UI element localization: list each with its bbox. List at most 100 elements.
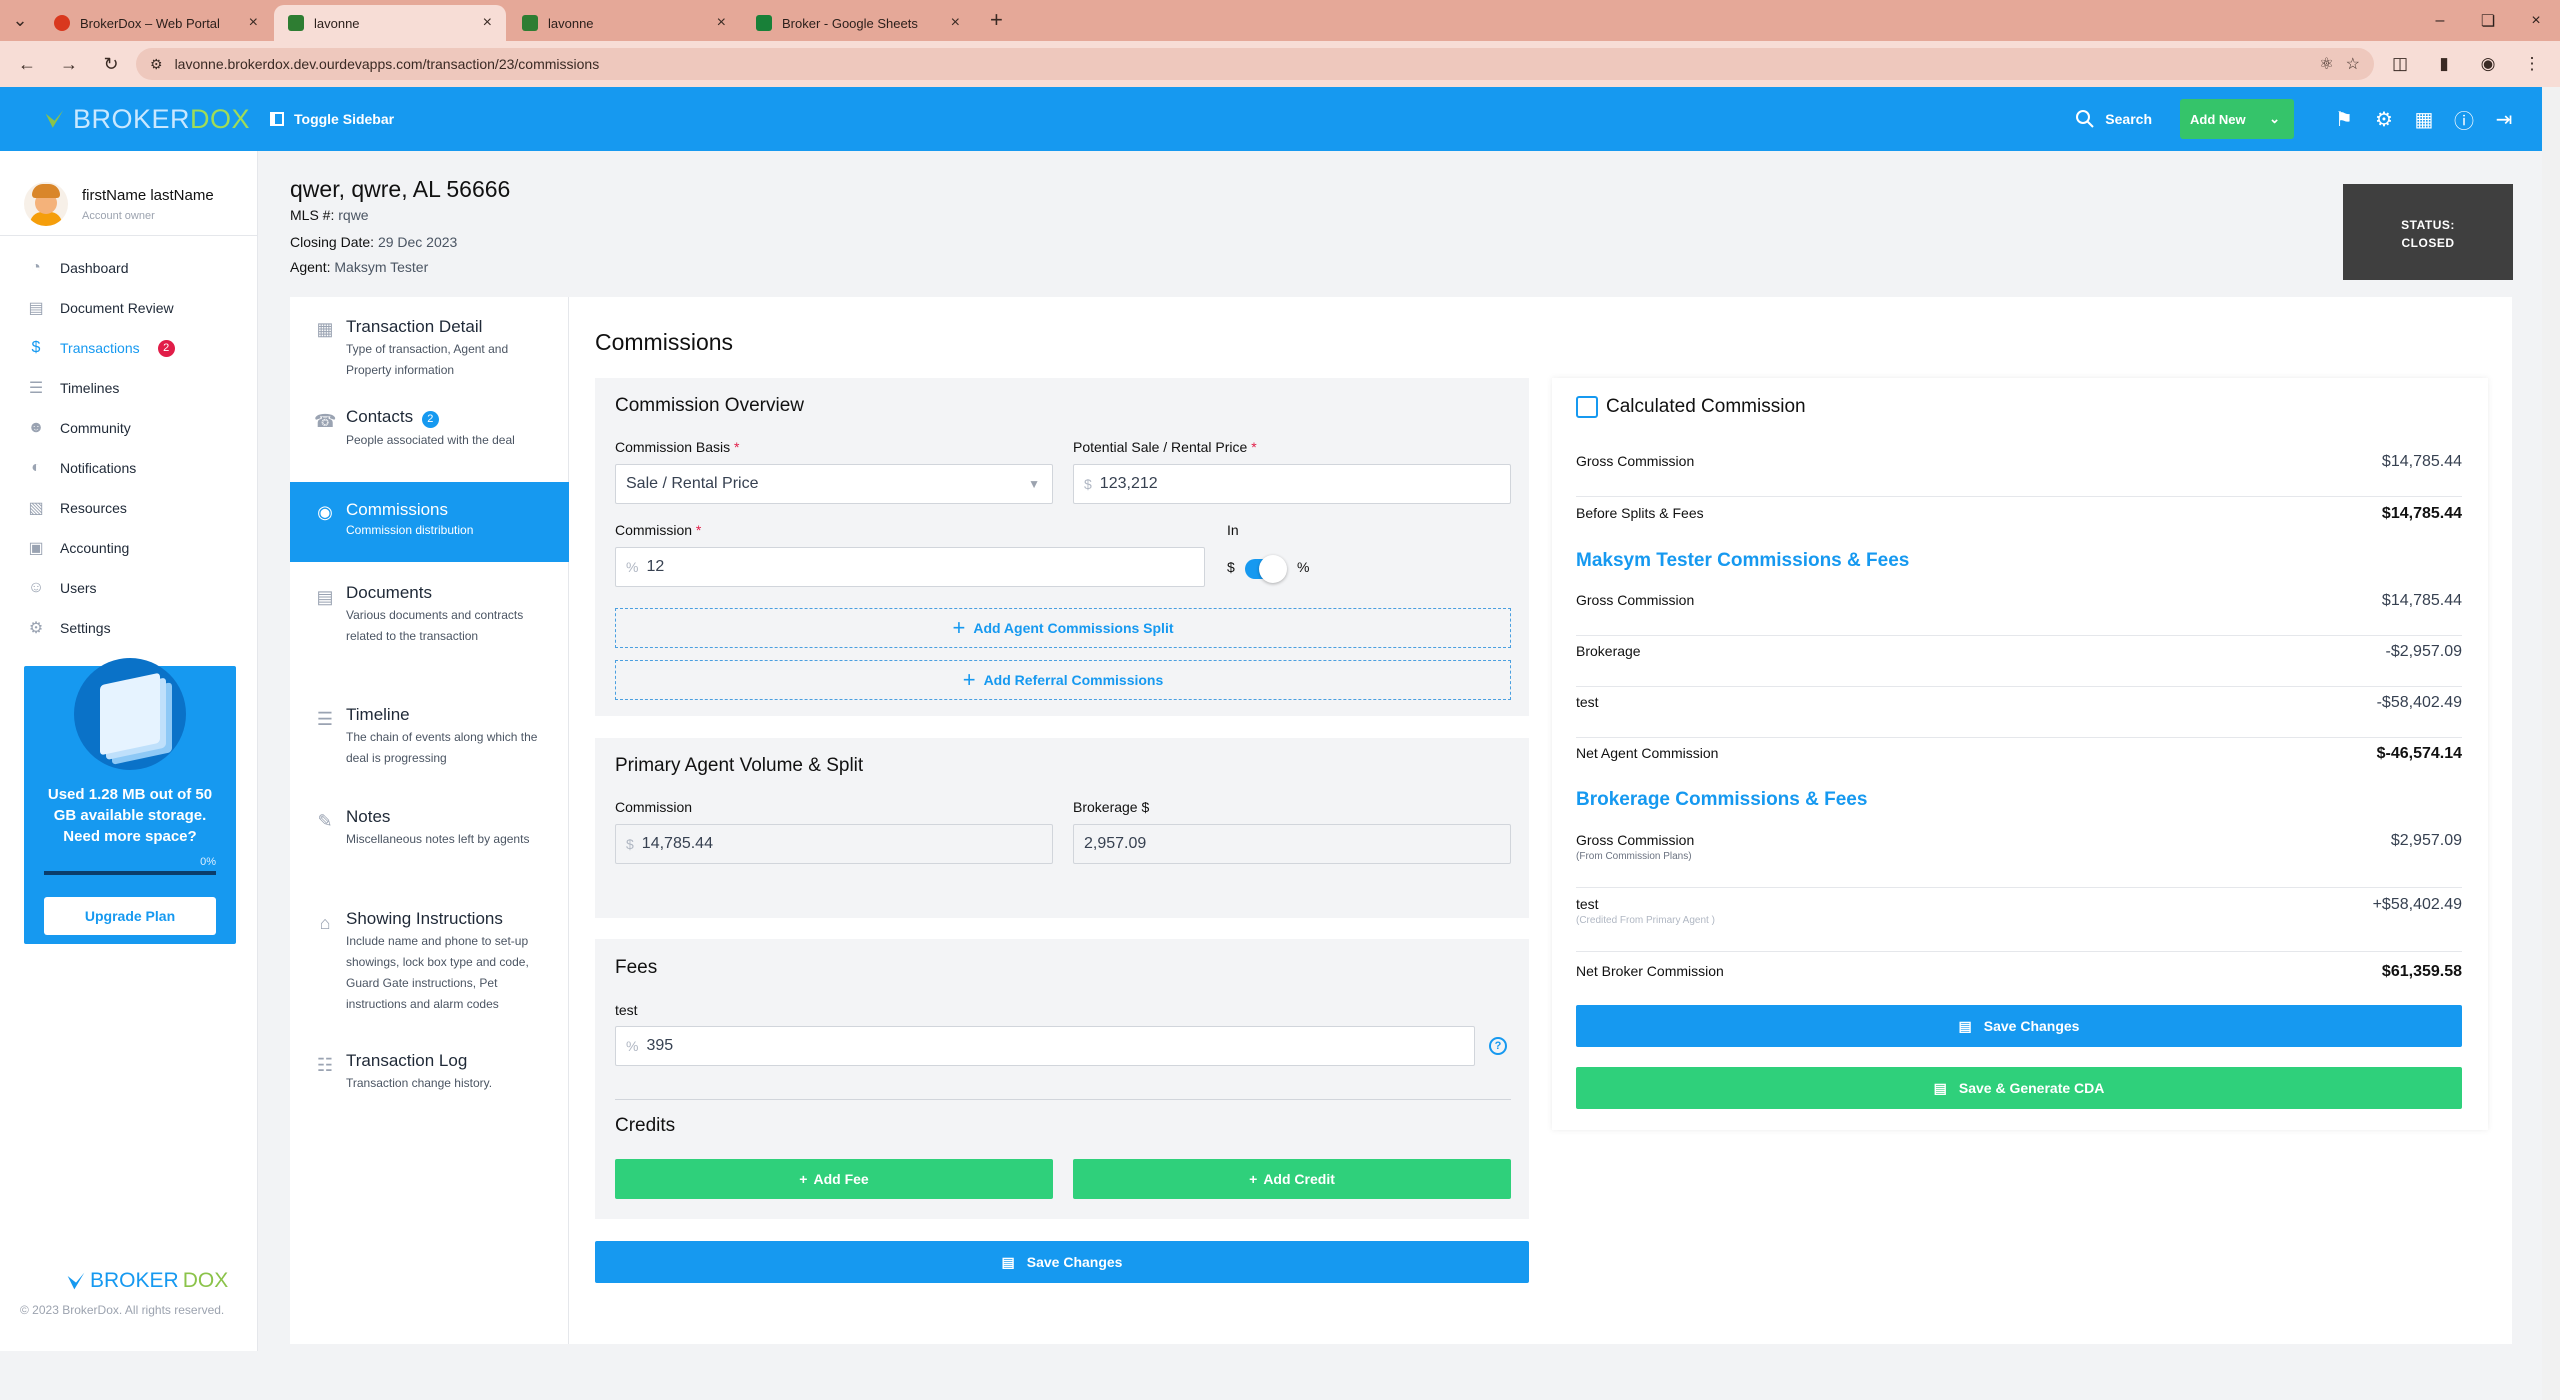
user-profile[interactable]: firstName lastName Account owner xyxy=(0,151,257,236)
summary-row: Net Agent Commission $-46,574.14 xyxy=(1576,745,2462,762)
page-title: qwer, qwre, AL 56666 xyxy=(290,176,511,202)
search-button[interactable]: Search xyxy=(2075,109,2152,129)
site-info-icon[interactable]: ⚙ xyxy=(150,56,163,73)
toggle-dollar-label: $ xyxy=(1227,559,1235,575)
close-tab-icon[interactable]: × xyxy=(717,14,726,32)
calc-save-changes-button[interactable]: ▤ Save Changes xyxy=(1576,1005,2462,1047)
minimize-icon[interactable]: – xyxy=(2416,12,2464,30)
translate-icon[interactable]: ⚛ xyxy=(2319,54,2333,74)
storage-illustration-icon xyxy=(74,658,186,770)
commission-input[interactable]: % 12 xyxy=(615,547,1205,587)
add-agent-split-button[interactable]: + Add Agent Commissions Split xyxy=(615,608,1511,648)
summary-row: Brokerage -$2,957.09 xyxy=(1576,643,2462,687)
sidebar-item-timelines[interactable]: ☰ Timelines xyxy=(0,368,257,408)
sidebar-item-transactions[interactable]: $ Transactions 2 xyxy=(0,328,257,368)
sidebar-item-users[interactable]: ☺ Users xyxy=(0,568,257,608)
sidebar-item-resources[interactable]: ▧ Resources xyxy=(0,488,257,528)
subnav-documents[interactable]: ▤ Documents Various documents and contra… xyxy=(290,583,569,683)
help-icon[interactable]: ? xyxy=(1489,1037,1507,1055)
sidebar-item-accounting[interactable]: ▣ Accounting xyxy=(0,528,257,568)
close-tab-icon[interactable]: × xyxy=(951,14,960,32)
gear-icon: ⚙ xyxy=(28,620,44,637)
browser-toolbar: ← → ↻ ⚙ lavonne.brokerdox.dev.ourdevapps… xyxy=(0,41,2560,87)
toggle-sidebar-button[interactable]: Toggle Sidebar xyxy=(270,111,394,127)
browser-tab[interactable]: Broker - Google Sheets × xyxy=(742,5,974,41)
price-label: Potential Sale / Rental Price * xyxy=(1073,439,1257,455)
profile-icon[interactable]: ◉ xyxy=(2470,47,2506,81)
save-icon: ▤ xyxy=(1958,1017,1972,1034)
lavonne-favicon-icon xyxy=(288,15,304,31)
restore-icon[interactable]: ❏ xyxy=(2464,11,2512,31)
calculator-icon xyxy=(1576,396,1598,418)
address-bar[interactable]: ⚙ lavonne.brokerdox.dev.ourdevapps.com/t… xyxy=(136,48,2374,80)
browser-menu-icon[interactable]: ⋮ xyxy=(2514,47,2550,81)
add-new-button[interactable]: Add New ⌄ xyxy=(2180,99,2294,139)
megaphone-icon[interactable]: ⚑ xyxy=(2324,107,2364,132)
save-generate-cda-button[interactable]: ▤ Save & Generate CDA xyxy=(1576,1067,2462,1109)
commission-basis-select[interactable]: Sale / Rental Price ▼ xyxy=(615,464,1053,504)
sidebar-item-notifications[interactable]: ◐ Notifications xyxy=(0,448,257,488)
page-scrollbar[interactable] xyxy=(2542,87,2560,1400)
new-tab-button[interactable]: + xyxy=(976,7,1017,41)
phone-icon: ☎ xyxy=(314,411,337,431)
back-icon[interactable]: ← xyxy=(10,47,44,81)
plus-icon: + xyxy=(799,1171,808,1187)
side-panel-icon[interactable]: ▮ xyxy=(2426,47,2462,81)
commission-label: Commission * xyxy=(615,522,702,538)
add-referral-button[interactable]: + Add Referral Commissions xyxy=(615,660,1511,700)
close-tab-icon[interactable]: × xyxy=(249,14,258,32)
transaction-subnav: ▦ Transaction Detail Type of transaction… xyxy=(290,297,569,1344)
subnav-timeline[interactable]: ☰ Timeline The chain of events along whi… xyxy=(290,705,569,775)
sheets-favicon-icon xyxy=(756,15,772,31)
add-fee-button[interactable]: + Add Fee xyxy=(615,1159,1053,1199)
price-input[interactable]: $ 123,212 xyxy=(1073,464,1511,504)
sidebar: firstName lastName Account owner ◔ Dashbo… xyxy=(0,151,258,1351)
calculated-commission-panel: Calculated Commission Gross Commission $1… xyxy=(1552,378,2488,1130)
sidebar-item-dashboard[interactable]: ◔ Dashboard xyxy=(0,248,257,288)
summary-row: Gross Commission (From Commission Plans) $… xyxy=(1576,832,2462,888)
primary-commission-field: $ 14,785.44 xyxy=(615,824,1053,864)
closing-date-line: Closing Date: 29 Dec 2023 xyxy=(290,234,458,250)
extensions-icon[interactable]: ◫ xyxy=(2382,47,2418,81)
subnav-transaction-log[interactable]: ☷ Transaction Log Transaction change his… xyxy=(290,1051,569,1101)
browser-tab[interactable]: lavonne × xyxy=(508,5,740,41)
search-icon xyxy=(2076,110,2095,128)
commission-basis-label: Commission Basis * xyxy=(615,439,740,455)
brokerdox-logo[interactable]: BROKERDOX xyxy=(0,104,250,135)
save-changes-button[interactable]: ▤ Save Changes xyxy=(595,1241,1529,1283)
help-icon[interactable]: ⓘ xyxy=(2444,105,2484,134)
add-credit-button[interactable]: + Add Credit xyxy=(1073,1159,1511,1199)
close-window-icon[interactable]: × xyxy=(2512,12,2560,30)
sidebar-item-document-review[interactable]: ▤ Document Review xyxy=(0,288,257,328)
forward-icon[interactable]: → xyxy=(52,47,86,81)
subnav-commissions[interactable]: ◉ Commissions Commission distribution xyxy=(290,482,569,562)
bookmark-star-icon[interactable]: ☆ xyxy=(2346,54,2360,74)
summary-row: test -$58,402.49 xyxy=(1576,694,2462,738)
gear-icon[interactable]: ⚙ xyxy=(2364,107,2404,132)
sidebar-item-community[interactable]: ☻ Community xyxy=(0,408,257,448)
document-icon: ▤ xyxy=(1933,1079,1947,1096)
copyright: © 2023 BrokerDox. All rights reserved. xyxy=(20,1303,225,1317)
brokerdox-favicon-icon xyxy=(54,15,70,31)
dollar-percent-toggle[interactable] xyxy=(1245,555,1287,583)
subnav-contacts[interactable]: ☎ Contacts 2 People associated with the … xyxy=(290,407,569,467)
logout-icon[interactable]: ⇥ xyxy=(2484,107,2524,132)
dollar-icon: $ xyxy=(31,339,41,356)
subnav-transaction-detail[interactable]: ▦ Transaction Detail Type of transaction… xyxy=(290,297,569,387)
app-header: BROKERDOX Toggle Sidebar Search Add New … xyxy=(0,87,2542,151)
close-tab-icon[interactable]: × xyxy=(483,14,492,32)
fee-input[interactable]: % 395 xyxy=(615,1026,1475,1066)
tab-search-icon[interactable]: ⌄ xyxy=(0,0,40,41)
lavonne-favicon-icon xyxy=(522,15,538,31)
upgrade-plan-button[interactable]: Upgrade Plan xyxy=(44,897,216,935)
storage-percent: 0% xyxy=(200,856,216,868)
subnav-notes[interactable]: ✎ Notes Miscellaneous notes left by agen… xyxy=(290,807,569,877)
browser-tab-active[interactable]: lavonne × xyxy=(274,5,506,41)
subnav-showing-instructions[interactable]: ⌂ Showing Instructions Include name and … xyxy=(290,909,569,1029)
brokerage-section-title: Brokerage Commissions & Fees xyxy=(1576,789,1868,810)
sidebar-item-settings[interactable]: ⚙ Settings xyxy=(0,608,257,648)
browser-tab[interactable]: BrokerDox – Web Portal × xyxy=(40,5,272,41)
reload-icon[interactable]: ↻ xyxy=(94,47,128,81)
calculator-icon[interactable]: ▦ xyxy=(2404,107,2444,132)
logo-mark-icon xyxy=(67,1272,85,1290)
